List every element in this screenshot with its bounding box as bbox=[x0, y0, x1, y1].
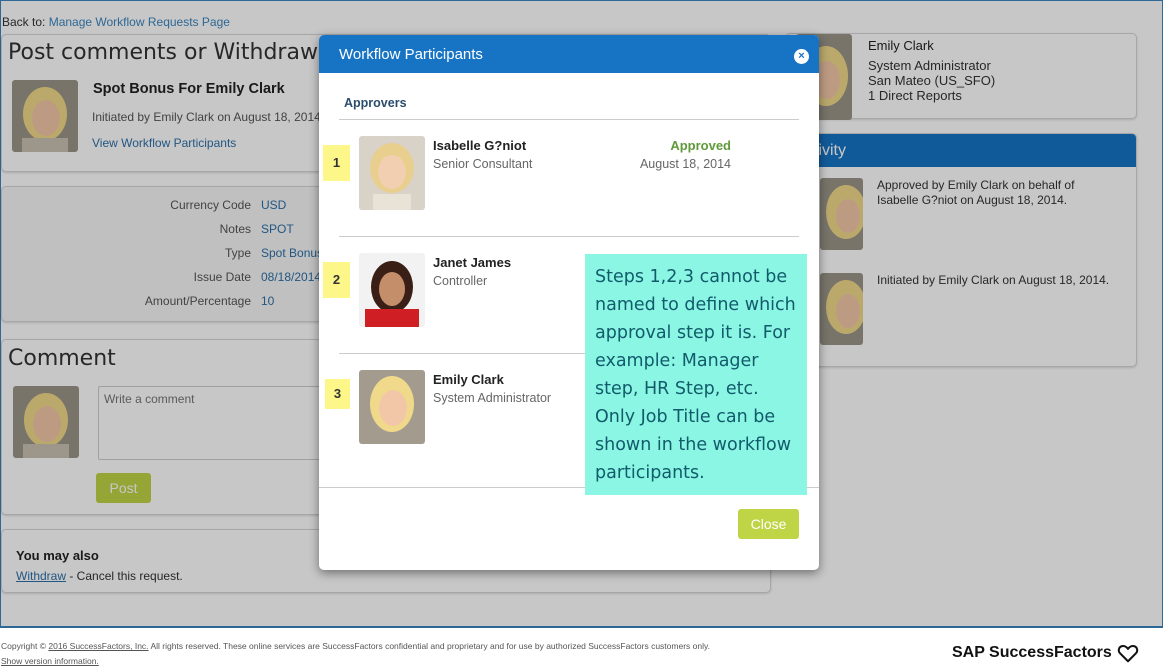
show-version-link[interactable]: Show version information. bbox=[1, 656, 99, 666]
copyright-text: Copyright © 2016 SuccessFactors, Inc. Al… bbox=[1, 641, 710, 651]
participant-name-1: Isabelle G?niot bbox=[433, 138, 527, 153]
participant-avatar-2 bbox=[359, 253, 425, 327]
annotation-note: Steps 1,2,3 cannot be named to define wh… bbox=[585, 254, 807, 495]
copyright-suffix: All rights reserved. These online servic… bbox=[148, 641, 710, 651]
heart-icon bbox=[1117, 642, 1139, 667]
participant-title-2: Controller bbox=[433, 274, 488, 288]
approval-status-1: Approved bbox=[670, 138, 731, 153]
copyright-prefix: Copyright © bbox=[1, 641, 49, 651]
page: Back to: Manage Workflow Requests Page P… bbox=[0, 0, 1163, 670]
dialog-header: Workflow Participants × bbox=[319, 35, 819, 73]
approval-date-1: August 18, 2014 bbox=[639, 157, 731, 171]
participant-title-3: System Administrator bbox=[433, 391, 552, 405]
approvers-heading: Approvers bbox=[344, 96, 407, 110]
participant-avatar-1 bbox=[359, 136, 425, 210]
step-number-3: 3 bbox=[325, 379, 350, 409]
participant-title-1: Senior Consultant bbox=[433, 157, 533, 171]
divider bbox=[339, 119, 799, 120]
close-button[interactable]: Close bbox=[738, 509, 799, 539]
participant-avatar-3 bbox=[359, 370, 425, 444]
participant-name-2: Janet James bbox=[433, 255, 512, 270]
participant-name-3: Emily Clark bbox=[433, 372, 504, 387]
divider bbox=[339, 236, 799, 237]
brand-name: SAP SuccessFactors bbox=[952, 644, 1112, 661]
step-number-1: 1 bbox=[323, 145, 350, 181]
step-number-2: 2 bbox=[323, 262, 350, 298]
dialog-title: Workflow Participants bbox=[339, 46, 483, 63]
copyright-link[interactable]: 2016 SuccessFactors, Inc. bbox=[48, 641, 148, 651]
close-icon[interactable]: × bbox=[794, 49, 809, 64]
